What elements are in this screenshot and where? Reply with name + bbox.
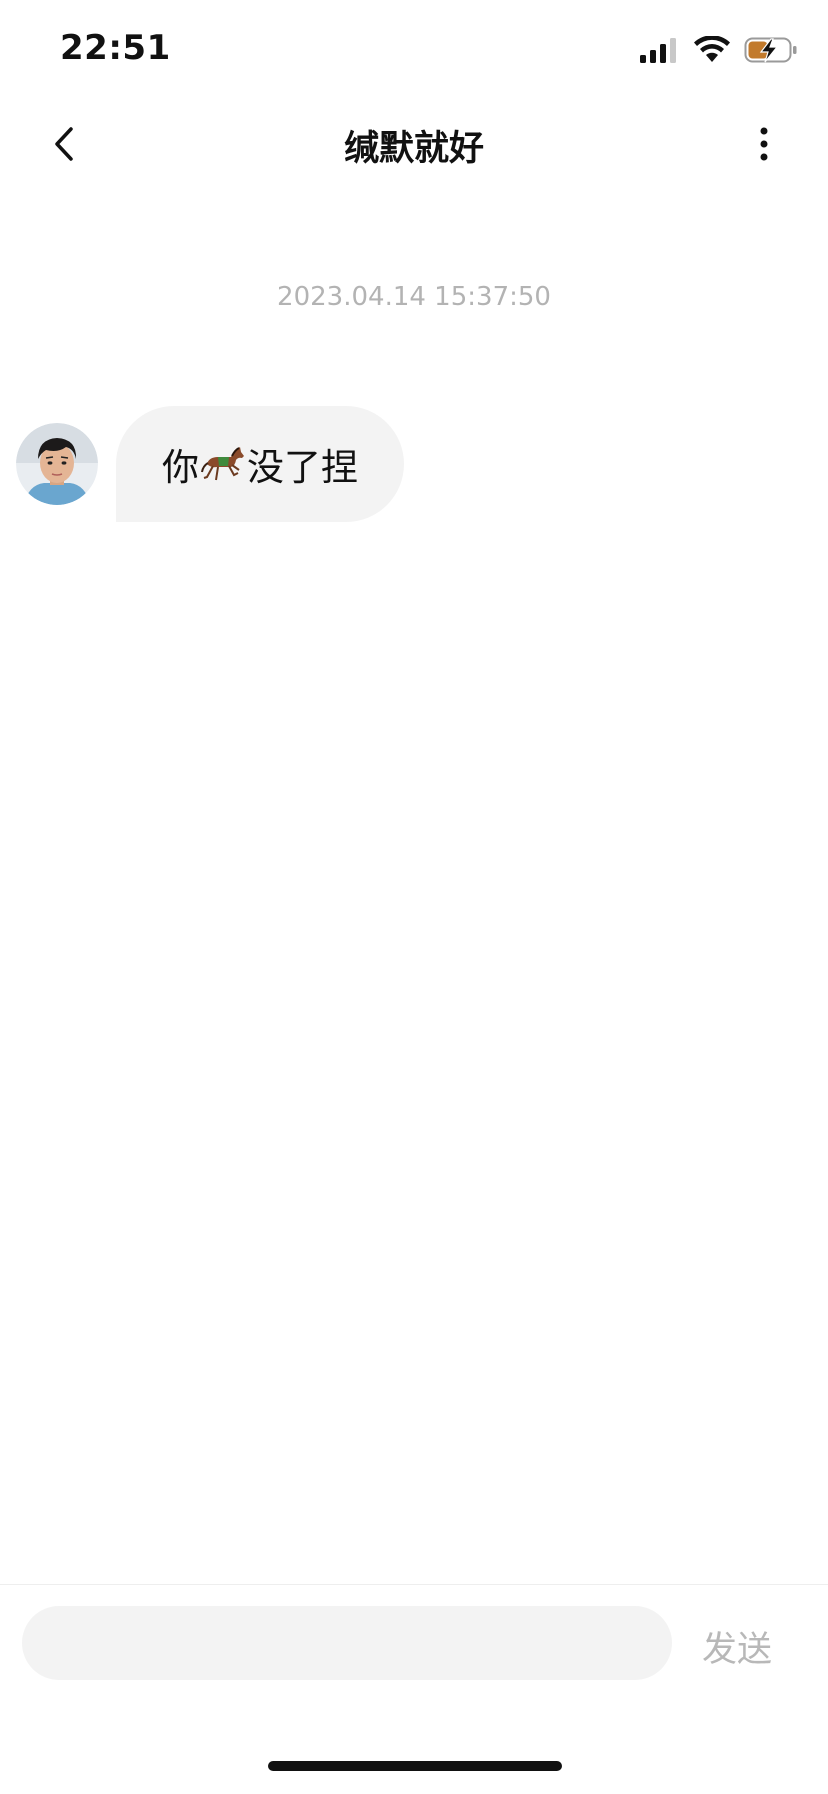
message-row: 你 没了捏: [16, 406, 404, 522]
message-input[interactable]: [22, 1606, 672, 1680]
message-timestamp: 2023.04.14 15:37:50: [277, 282, 551, 312]
status-time: 22:51: [60, 28, 171, 68]
cellular-signal-icon: [640, 37, 680, 67]
avatar[interactable]: [16, 423, 98, 505]
message-text-after: 没了捏: [247, 446, 358, 489]
wifi-icon: [694, 35, 730, 68]
conversation-title: 缄默就好: [343, 129, 484, 169]
status-icons: [640, 35, 798, 68]
battery-charging-icon: [744, 36, 798, 68]
home-indicator[interactable]: [268, 1761, 562, 1771]
more-options-button[interactable]: [740, 122, 788, 170]
chat-area[interactable]: 2023.04.14 15:37:50 你 没了捏: [0, 192, 828, 1582]
message-text-before: 你: [162, 446, 199, 489]
more-vertical-icon: [758, 126, 770, 166]
status-bar: 22:51: [0, 0, 828, 100]
nav-bar: 缄默就好: [0, 100, 828, 192]
send-button[interactable]: 发送: [702, 1621, 772, 1672]
message-bubble[interactable]: 你 没了捏: [116, 406, 404, 522]
horse-racing-emoji: [201, 444, 245, 484]
